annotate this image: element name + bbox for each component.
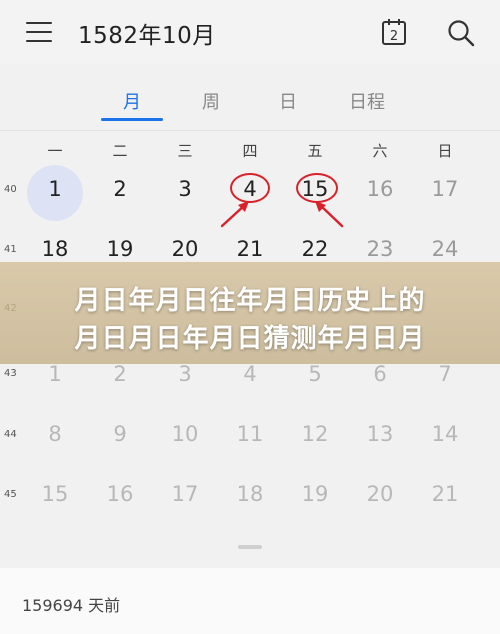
top-bar: 1582年10月 2: [0, 0, 500, 64]
weekday-fri: 五: [307, 142, 323, 160]
day-cell[interactable]: 19: [92, 237, 148, 261]
tab-month[interactable]: 月: [92, 88, 172, 114]
divider: [0, 130, 500, 131]
day-cell[interactable]: 12: [287, 422, 343, 446]
day-cell[interactable]: 10: [157, 422, 213, 446]
day-cell[interactable]: 1: [27, 362, 83, 386]
tab-day[interactable]: 日: [248, 88, 328, 114]
page-title: 1582年10月: [78, 23, 216, 49]
banner-line-2: 月日月日年月日猜测年月日月: [74, 324, 426, 354]
week-number: 41: [4, 244, 17, 255]
week-number: 44: [4, 429, 17, 440]
weekday-wed: 三: [177, 142, 193, 160]
day-cell[interactable]: 20: [157, 237, 213, 261]
day-cell[interactable]: 7: [417, 362, 473, 386]
day-cell[interactable]: 14: [417, 422, 473, 446]
week-number: 45: [4, 489, 17, 500]
menu-icon[interactable]: [26, 22, 52, 42]
weekday-header: 一 二 三 四 五 六 日: [0, 140, 500, 162]
day-cell[interactable]: 21: [222, 237, 278, 261]
weekday-sun: 日: [437, 142, 453, 160]
day-cell[interactable]: 3: [157, 362, 213, 386]
day-cell[interactable]: 17: [417, 177, 473, 201]
day-cell[interactable]: 2: [92, 362, 148, 386]
day-cell[interactable]: 17: [157, 482, 213, 506]
drag-handle[interactable]: [238, 545, 262, 549]
footer-panel: 159694 天前: [0, 568, 500, 634]
view-tabs: 月 周 日 日程: [0, 80, 500, 124]
days-ago-label: 159694 天前: [22, 596, 121, 615]
search-icon[interactable]: [446, 18, 476, 48]
weekday-thu: 四: [242, 142, 258, 160]
day-cell[interactable]: 5: [287, 362, 343, 386]
day-cell[interactable]: 20: [352, 482, 408, 506]
day-cell[interactable]: 21: [417, 482, 473, 506]
weekday-sat: 六: [372, 142, 388, 160]
active-tab-indicator: [101, 118, 163, 121]
day-cell[interactable]: 19: [287, 482, 343, 506]
day-cell[interactable]: 16: [352, 177, 408, 201]
day-cell[interactable]: 4: [222, 362, 278, 386]
week-number: 40: [4, 184, 17, 195]
day-cell[interactable]: 18: [222, 482, 278, 506]
week-number: 43: [4, 368, 17, 379]
day-cell[interactable]: 16: [92, 482, 148, 506]
tab-schedule[interactable]: 日程: [327, 88, 407, 114]
day-cell[interactable]: 3: [157, 177, 213, 201]
day-cell[interactable]: 18: [27, 237, 83, 261]
day-cell[interactable]: 1: [27, 177, 83, 201]
day-cell[interactable]: 23: [352, 237, 408, 261]
day-cell[interactable]: 9: [92, 422, 148, 446]
calendar-icon-day: 2: [390, 29, 398, 44]
weekday-tue: 二: [112, 142, 128, 160]
day-cell[interactable]: 24: [417, 237, 473, 261]
tab-week[interactable]: 周: [171, 88, 251, 114]
day-cell[interactable]: 15: [27, 482, 83, 506]
day-cell[interactable]: 6: [352, 362, 408, 386]
banner-line-1: 月日年月日往年月日历史上的: [74, 286, 426, 316]
day-cell[interactable]: 8: [27, 422, 83, 446]
annotation-arrow-right: [315, 201, 344, 228]
day-cell[interactable]: 2: [92, 177, 148, 201]
day-cell[interactable]: 13: [352, 422, 408, 446]
headline-banner: 月日年月日往年月日历史上的 月日月日年月日猜测年月日月: [0, 262, 500, 364]
day-cell[interactable]: 11: [222, 422, 278, 446]
calendar-today-icon[interactable]: 2: [381, 18, 407, 46]
annotation-arrow-left: [220, 201, 249, 228]
weekday-mon: 一: [47, 142, 63, 160]
day-cell[interactable]: 22: [287, 237, 343, 261]
